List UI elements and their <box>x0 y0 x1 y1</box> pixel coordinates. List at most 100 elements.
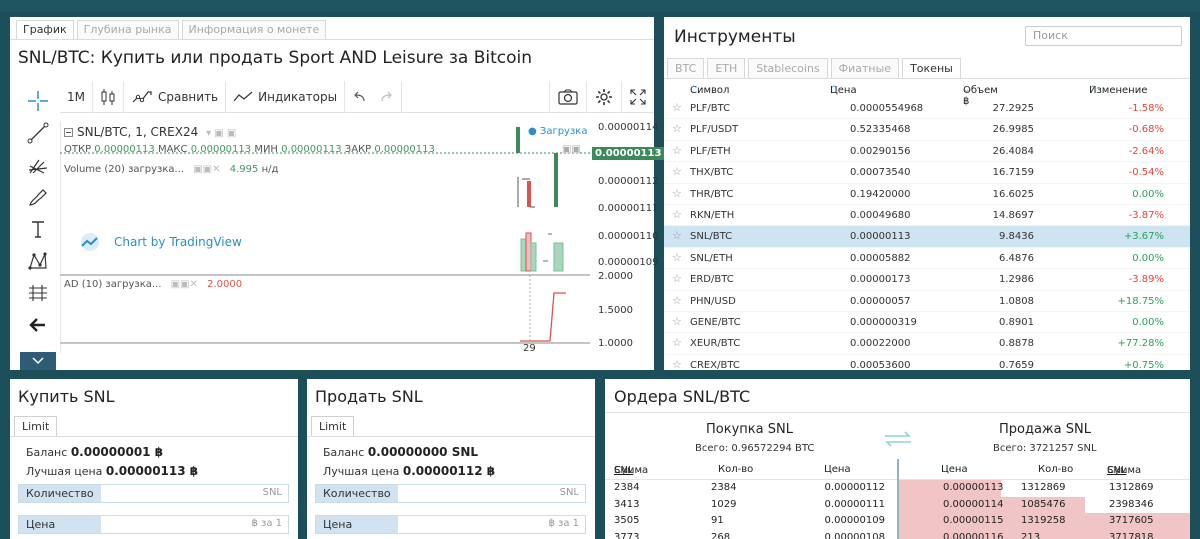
tab-tokens[interactable]: Токены <box>902 58 961 78</box>
bid-row[interactable]: 3773 268 0.00000108 <box>605 530 897 539</box>
search-input[interactable]: Поиск <box>1025 26 1182 46</box>
tab-stablecoins[interactable]: Stablecoins <box>748 58 828 78</box>
page-title: SNL/BTC: Купить или продать Sport AND Le… <box>18 48 533 68</box>
tab-fiat[interactable]: Фиатные <box>830 58 900 78</box>
ad-actions[interactable]: ▣▣✕ <box>171 279 198 290</box>
star-icon[interactable]: ☆ <box>672 315 682 328</box>
star-icon[interactable]: ☆ <box>672 101 682 114</box>
bid-row[interactable]: 2384 2384 0.00000112 <box>605 480 897 497</box>
tradingview-logo[interactable]: Chart by TradingView <box>78 233 242 251</box>
chart-type-button[interactable] <box>93 80 124 113</box>
buy-balance: Баланс 0.00000001 ฿ <box>26 445 163 459</box>
instrument-row[interactable]: ☆ SNL/ETH 0.00005882 6.4876 0.00% <box>664 248 1190 270</box>
instrument-row[interactable]: ☆ PHN/USD 0.00000057 1.0808 +18.75% <box>664 291 1190 312</box>
brush-tool[interactable] <box>20 181 56 213</box>
instrument-volume: 9.8436 <box>999 231 1034 243</box>
instrument-row[interactable]: ☆ PLF/ETH 0.00290156 26.4084 -2.64% <box>664 141 1190 163</box>
ask-row[interactable]: 0.00000116 213 3717818 <box>899 529 1190 539</box>
sell-price-field[interactable]: Цена ฿ за 1 <box>315 515 586 534</box>
indicators-button[interactable]: Индикаторы <box>226 80 346 113</box>
high-value: 0.00000113 <box>190 144 252 155</box>
close-value: 0.00000113 <box>374 144 435 155</box>
instrument-row[interactable]: ☆ THX/BTC 0.00073540 16.7159 -0.54% <box>664 162 1190 184</box>
redo-button[interactable] <box>373 80 403 113</box>
volume-bar-4 <box>553 242 564 272</box>
instrument-row[interactable]: ☆ THR/BTC 0.19420000 16.6025 0.00% <box>664 184 1190 205</box>
compare-button[interactable]: Сравнить <box>124 80 227 113</box>
ask-row[interactable]: 0.00000114 1085476 2398346 <box>899 496 1190 514</box>
tab-market-depth[interactable]: Глубина рынка <box>76 20 179 39</box>
star-icon[interactable]: ☆ <box>672 165 682 178</box>
instrument-row[interactable]: ☆ RKN/ETH 0.00049680 14.8697 -3.87% <box>664 205 1190 227</box>
tab-limit-buy[interactable]: Limit <box>14 416 58 436</box>
legend-actions[interactable]: ▾ ▣ ▣ <box>206 128 236 139</box>
instrument-row[interactable]: ☆ PLF/BTC 0.0000554968 27.2925 -1.58% <box>664 98 1190 120</box>
fib-tool[interactable] <box>20 149 56 181</box>
bid-row[interactable]: 3505 91 0.00000109 <box>605 513 897 530</box>
instrument-row[interactable]: ☆ GENE/BTC 0.000000319 0.8901 0.00% <box>664 312 1190 334</box>
buy-panel: Купить SNL Limit Баланс 0.00000001 ฿ Луч… <box>10 379 298 539</box>
snapshot-button[interactable] <box>549 80 586 113</box>
star-icon[interactable]: ☆ <box>672 187 682 200</box>
tab-limit-sell[interactable]: Limit <box>311 416 355 436</box>
instrument-price: 0.00022000 <box>850 338 911 350</box>
best-price-value[interactable]: 0.00000113 ฿ <box>106 464 198 478</box>
fullscreen-button[interactable] <box>621 80 654 113</box>
star-icon[interactable]: ☆ <box>672 336 682 349</box>
bid-qty: 2384 <box>711 482 737 493</box>
ask-row[interactable]: 0.00000113 1312869 1312869 <box>899 480 1190 497</box>
star-icon[interactable]: ☆ <box>672 358 682 370</box>
instrument-row[interactable]: ☆ ERD/BTC 0.00000173 1.2986 -3.89% <box>664 269 1190 291</box>
text-tool[interactable] <box>20 213 56 245</box>
ad-label: AD (10) загрузка... <box>64 279 162 290</box>
star-icon[interactable]: ☆ <box>672 251 682 264</box>
back-tool[interactable] <box>20 309 56 341</box>
price-tick: 0.00000112 <box>598 176 659 187</box>
tab-btc[interactable]: BTC <box>667 58 705 78</box>
price-axis[interactable]: 0.00000114 0.00000113 0.00000112 0.00000… <box>590 121 665 353</box>
buy-price-field[interactable]: Цена ฿ за 1 <box>18 515 289 534</box>
star-icon[interactable]: ☆ <box>672 208 682 221</box>
star-icon[interactable]: ☆ <box>672 272 682 285</box>
instrument-row[interactable]: ☆ SNL/BTC 0.00000113 9.8436 +3.67% <box>664 226 1190 248</box>
tab-coin-info[interactable]: Информация о монете <box>181 20 327 39</box>
ask-row[interactable]: 0.00000115 1319258 3717605 <box>899 513 1190 530</box>
bid-row[interactable]: 3413 1029 0.00000111 <box>605 497 897 514</box>
crosshair-tool[interactable] <box>20 85 56 117</box>
settings-button[interactable] <box>586 80 621 113</box>
buy-quantity-field[interactable]: Количество SNL <box>18 484 289 503</box>
collapse-legend-icon[interactable] <box>64 128 73 137</box>
pitchfork-icon <box>28 159 48 174</box>
tab-eth[interactable]: ETH <box>707 58 746 78</box>
star-icon[interactable]: ☆ <box>672 294 682 307</box>
instrument-row[interactable]: ☆ PLF/USDT 0.52335468 26.9985 -0.68% <box>664 119 1190 141</box>
balance-label: Баланс <box>323 446 365 459</box>
tabs-divider <box>307 436 595 437</box>
instrument-price: 0.000000319 <box>850 316 917 328</box>
instrument-row[interactable]: ☆ XEUR/BTC 0.00022000 0.8878 +77.28% <box>664 333 1190 355</box>
pane-controls[interactable]: ▣▣ <box>562 144 581 155</box>
ad-value: 2.0000 <box>207 279 243 290</box>
tab-chart[interactable]: График <box>16 20 74 39</box>
measure-tool[interactable] <box>20 277 56 309</box>
chart-plot[interactable]: SNL/BTC, 1, CREX24 ▾ ▣ ▣ ОТКР 0.00000113… <box>60 121 590 354</box>
volume-actions[interactable]: ▣▣✕ <box>193 164 220 175</box>
trend-line-tool[interactable] <box>20 117 56 149</box>
pattern-tool[interactable] <box>20 245 56 277</box>
expand-tools-button[interactable] <box>20 352 56 370</box>
interval-button[interactable]: 1M <box>60 80 93 113</box>
best-price-value[interactable]: 0.00000112 ฿ <box>403 464 495 478</box>
undo-button[interactable] <box>345 81 373 113</box>
instrument-row[interactable]: ☆ CREX/BTC 0.00053600 0.7659 +0.75% <box>664 355 1190 370</box>
bids-columns: Сумма SNL Кол-во Цена <box>605 463 897 479</box>
instrument-price: 0.00000057 <box>850 295 911 307</box>
star-icon[interactable]: ☆ <box>672 122 682 135</box>
bid-qty: 91 <box>711 515 724 527</box>
star-icon[interactable]: ☆ <box>672 229 682 242</box>
volume-label: Volume (20) загрузка... <box>64 164 185 175</box>
sell-quantity-field[interactable]: Количество SNL <box>315 484 586 503</box>
star-icon[interactable]: ☆ <box>672 144 682 157</box>
swap-icon[interactable] <box>883 431 913 450</box>
asks-columns: Цена Кол-во Сумма SNL <box>899 463 1190 479</box>
ask-price: 0.00000115 <box>943 515 1004 527</box>
